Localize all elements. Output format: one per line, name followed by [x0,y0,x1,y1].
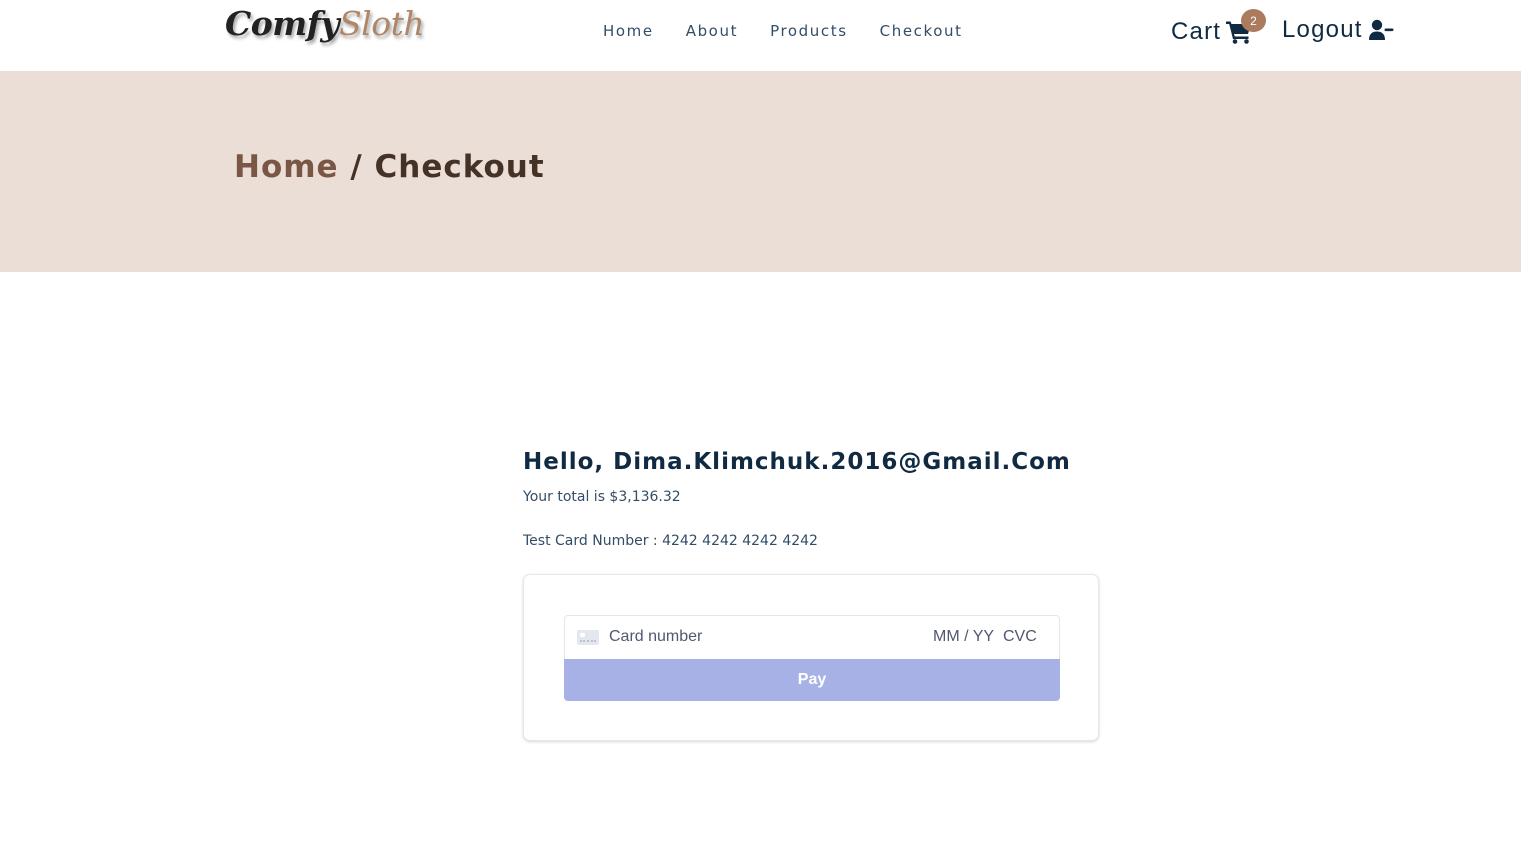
card-number-input[interactable]: Card number [609,628,702,646]
greeting-heading: Hello, Dima.Klimchuk.2016@Gmail.Com [523,449,1071,475]
credit-card-icon [577,630,599,645]
nav-link-products[interactable]: Products [770,21,848,41]
page-hero: Home / Checkout [0,71,1521,272]
test-card-number: Test Card Number : 4242 4242 4242 4242 [523,533,818,549]
nav-link-home[interactable]: Home [603,21,654,41]
cart-button[interactable]: Cart [1171,18,1252,46]
payment-form: Card number MM / YY CVC Pay [523,574,1099,741]
card-cvc-input[interactable]: CVC [1003,628,1037,646]
logo[interactable]: ComfySloth [225,4,425,43]
breadcrumb: Home / Checkout [234,149,545,185]
logo-text-sloth: Sloth [339,4,425,43]
card-expiry-input[interactable]: MM / YY [933,628,994,646]
cart-label: Cart [1171,18,1222,45]
nav-link-checkout[interactable]: Checkout [880,21,963,41]
logo-text-comfy: Comfy [225,4,340,43]
breadcrumb-current: Checkout [374,149,545,185]
pay-button[interactable]: Pay [564,659,1060,701]
logout-button[interactable]: Logout [1282,16,1394,44]
cart-count-badge: 2 [1241,9,1266,32]
order-total: Your total is $3,136.32 [523,489,681,505]
breadcrumb-separator: / [338,149,375,185]
nav-link-about[interactable]: About [686,21,738,41]
card-input-field[interactable]: Card number MM / YY CVC [564,615,1060,659]
nav-links: Home About Products Checkout [603,21,995,41]
logout-label: Logout [1282,16,1363,43]
breadcrumb-home-link[interactable]: Home [234,149,339,185]
navbar: ComfySloth Home About Products Checkout … [0,0,1521,71]
user-minus-icon [1368,19,1394,40]
